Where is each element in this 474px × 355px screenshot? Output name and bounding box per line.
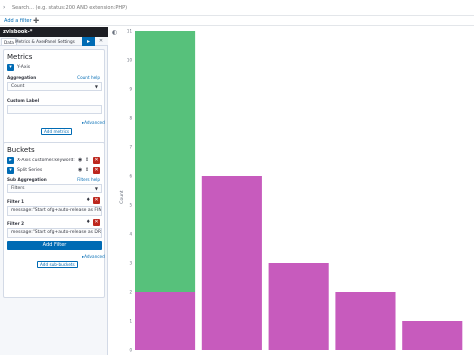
advanced-toggle[interactable]: ▸Advanced [82, 254, 105, 259]
remove-x-axis-icon[interactable]: ✕ [93, 157, 100, 164]
y-tick-label: 6 [129, 174, 132, 179]
remove-split-series-icon[interactable]: ✕ [93, 167, 100, 174]
chart-area: ◐ 0 1 2 3 4 5 6 7 8 9 10 11 Count [109, 27, 474, 355]
remove-filter-2-icon[interactable]: ✕ [93, 219, 100, 226]
search-input[interactable] [12, 3, 467, 13]
eye-icon[interactable]: ◉ [78, 167, 82, 174]
index-pattern-title: zvisbook-* [0, 27, 108, 37]
bar-segment[interactable] [402, 321, 463, 350]
chevron-down-icon: ▼ [94, 84, 98, 89]
bar-segment[interactable] [201, 176, 262, 350]
add-filter-link[interactable]: Add a filter ➕ [4, 18, 39, 24]
y-tick-label: 11 [127, 29, 133, 34]
split-series-toggle-icon[interactable]: ▾ [7, 167, 14, 174]
y-tick-label: 3 [129, 261, 132, 266]
close-icon: ✕ [98, 38, 104, 44]
drag-handle-icon[interactable]: ⇕ [85, 167, 89, 174]
custom-label-label: Custom Label [7, 98, 40, 103]
aggregation-label: Aggregation [7, 75, 37, 80]
y-tick-label: 4 [129, 232, 132, 237]
y-tick-label: 2 [129, 290, 132, 295]
editor-sidebar: zvisbook-* Data Metrics & Axes Panel Set… [0, 27, 108, 355]
bar-segment[interactable] [135, 292, 196, 350]
query-bar: › [0, 0, 474, 16]
metrics-title: Metrics [7, 53, 33, 61]
remove-filter-1-icon[interactable]: ✕ [93, 197, 100, 204]
eye-icon[interactable]: ◉ [78, 157, 82, 164]
y-tick-label: 10 [127, 58, 133, 63]
bar-segment[interactable] [268, 263, 329, 350]
play-icon: ▸ [86, 38, 90, 45]
add-filter-button[interactable]: Add Filter [7, 241, 102, 250]
chevron-right-icon[interactable]: › [3, 3, 9, 13]
add-sub-buckets-button[interactable]: Add sub-buckets [37, 261, 78, 268]
y-axis-label: Y-Axis [17, 65, 31, 70]
sub-aggregation-label: Sub Aggregation [7, 177, 47, 182]
bar-chart: 0 1 2 3 4 5 6 7 8 9 10 11 Count [119, 29, 463, 353]
bar-segment[interactable] [335, 292, 396, 350]
tag-icon[interactable]: ♦ [86, 219, 90, 226]
drag-handle-icon[interactable]: ⇕ [85, 157, 89, 164]
sub-aggregation-select[interactable]: Filters ▼ [7, 184, 102, 193]
sub-aggregation-value: Filters [11, 186, 25, 191]
tag-icon[interactable]: ♦ [86, 197, 90, 204]
y-tick-label: 7 [129, 145, 132, 150]
y-tick-label: 0 [129, 348, 132, 353]
tab-panel-settings[interactable]: Panel Settings [43, 38, 77, 45]
aggregation-value: Count [11, 84, 25, 89]
y-tick-label: 8 [129, 116, 132, 121]
filter-1-input[interactable]: message:"Start ofg+auto-release as FINA [7, 206, 102, 216]
buckets-title: Buckets [7, 146, 35, 154]
y-tick-label: 9 [129, 87, 132, 92]
advanced-toggle[interactable]: ▸Advanced [82, 120, 105, 125]
apply-changes-button[interactable]: ▸ [82, 37, 95, 46]
collapse-toggle-icon[interactable]: ▾ [7, 64, 14, 71]
y-tick-label: 1 [129, 319, 132, 324]
split-series-label: Split Series [17, 168, 43, 173]
filter-1-label: Filter 1 [7, 199, 25, 204]
y-tick-label: 5 [129, 203, 132, 208]
buckets-panel: Buckets ▸ X-Axis customer.keyword: De...… [3, 142, 105, 298]
aggregation-select[interactable]: Count ▼ [7, 82, 102, 91]
add-metrics-button[interactable]: Add metrics [41, 128, 73, 135]
discard-button[interactable]: ✕ [96, 37, 106, 46]
y-axis-title: Count [119, 190, 125, 204]
bar-segment[interactable] [135, 31, 196, 292]
chevron-down-icon: ▼ [94, 186, 98, 191]
x-axis-bucket-label: X-Axis customer.keyword: De... [17, 158, 75, 163]
filters-help-link[interactable]: Filters help [77, 177, 100, 182]
count-help-link[interactable]: Count help [77, 75, 100, 80]
x-axis-toggle-icon[interactable]: ▸ [7, 157, 14, 164]
filter-bar: Add a filter ➕ [0, 16, 474, 26]
filter-2-input[interactable]: message:"Start ofg+auto-release as DRAI [7, 228, 102, 238]
filter-2-label: Filter 2 [7, 221, 25, 226]
custom-label-input[interactable] [7, 105, 102, 114]
